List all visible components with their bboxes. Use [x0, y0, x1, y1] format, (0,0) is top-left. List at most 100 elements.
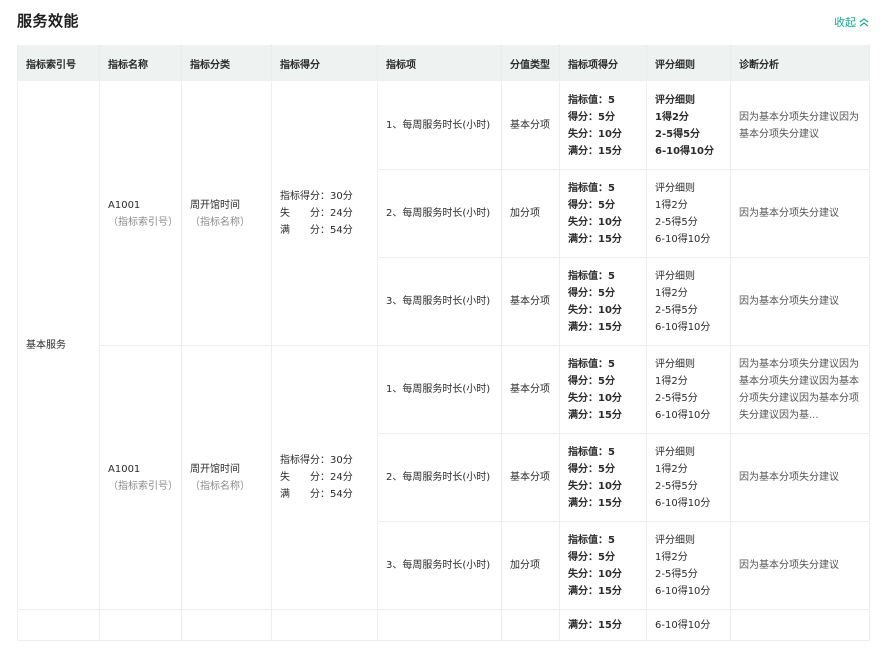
rule-line: 6-10得10分 [655, 497, 711, 509]
item-score-cell: 指标值：5 得分：5分 失分：10分 满分：15分 [559, 521, 647, 610]
rule-line: 2-5得5分 [655, 216, 698, 228]
rule-line: 2-5得5分 [655, 568, 698, 580]
score-value: 指标值：5 [568, 534, 615, 546]
rule-line: 2-5得5分 [655, 128, 701, 140]
header-item-score: 指标项得分 [559, 44, 647, 82]
rules-cell: 评分细则 1得2分 2-5得5分 6-10得10分 [646, 521, 731, 610]
score-value: 指标值：5 [568, 358, 615, 370]
rules-cell: 评分细则 1得2分 2-5得5分 6-10得10分 [646, 81, 731, 170]
rule-line: 6-10得10分 [655, 585, 711, 597]
index-name-sub: （指标名称） [190, 216, 250, 228]
rule-line: 2-5得5分 [655, 392, 698, 404]
rule-line: 评分细则 [655, 358, 695, 370]
collapse-button[interactable]: 收起 [834, 14, 869, 30]
score-got: 得分：5分 [568, 375, 615, 387]
table-row: A1001 （指标索引号） 周开馆时间 （指标名称） 指标得分：30分 失 分：… [18, 345, 870, 610]
rule-line: 6-10得10分 [655, 145, 714, 157]
index-name-cell: 周开馆时间 （指标名称） [181, 345, 272, 610]
rule-line: 1得2分 [655, 287, 688, 299]
score-got: 得分：5分 [568, 111, 615, 123]
score-line: 满 分：54分 [280, 225, 353, 236]
empty-cell [17, 609, 100, 641]
index-name-sub: （指标名称） [190, 480, 250, 492]
score-full: 满分：15分 [568, 409, 622, 421]
score-full: 满分：15分 [568, 145, 622, 157]
type-cell: 加分项 [501, 521, 560, 610]
diagnosis-cell: 因为基本分项失分建议 [730, 169, 870, 258]
index-id-sub: （指标索引号） [108, 216, 178, 228]
type-cell: 加分项 [501, 169, 560, 258]
score-full: 满分：15分 [568, 585, 622, 597]
rule-line: 1得2分 [655, 111, 689, 123]
collapse-label: 收起 [834, 16, 856, 29]
rule-line: 1得2分 [655, 199, 688, 211]
page-title: 服务效能 [17, 12, 80, 30]
score-full: 满分：15分 [568, 233, 622, 245]
score-got: 得分：5分 [568, 287, 615, 299]
item-score-cell: 满分：15分 [559, 609, 647, 641]
diagnosis-cell: 因为基本分项失分建议 [730, 257, 870, 346]
type-cell: 基本分项 [501, 345, 560, 434]
empty-cell [271, 609, 378, 641]
empty-cell [181, 609, 272, 641]
index-name: 周开馆时间 [190, 463, 240, 475]
score-line: 满 分：54分 [280, 489, 353, 500]
rule-line: 1得2分 [655, 551, 688, 563]
rule-line: 6-10得10分 [655, 409, 711, 421]
header-category: 指标分类 [181, 44, 272, 82]
rule-line: 2-5得5分 [655, 304, 698, 316]
diagnosis-cell: 因为基本分项失分建议因为基本分项失分建议因为基本分项失分建议因为基本分项失分建议… [730, 345, 870, 434]
table-row: 基本服务 A1001 （指标索引号） 周开馆时间 （指标名称） 指标得分：30分… [17, 81, 870, 610]
rule-line: 1得2分 [655, 463, 688, 475]
rule-line: 2-5得5分 [655, 480, 698, 492]
score-line: 指标得分：30分 [280, 455, 353, 466]
empty-cell [501, 609, 560, 641]
rule-line: 6-10得10分 [655, 321, 711, 333]
index-id-cell: A1001 （指标索引号） [99, 81, 182, 346]
score-value: 指标值：5 [568, 94, 615, 106]
item-cell: 2、每周服务时长(小时) [377, 433, 502, 522]
score-lost: 失分：10分 [568, 480, 622, 492]
score-lost: 失分：10分 [568, 128, 622, 140]
score-line: 失 分：24分 [280, 472, 353, 483]
score-lost: 失分：10分 [568, 216, 622, 228]
diagnosis-cell: 因为基本分项失分建议 [730, 521, 870, 610]
empty-cell [377, 609, 502, 641]
item-cell: 3、每周服务时长(小时) [377, 521, 502, 610]
index-score-cell: 指标得分：30分 失 分：24分 满 分：54分 [271, 345, 378, 610]
item-score-cell: 指标值：5 得分：5分 失分：10分 满分：15分 [559, 345, 647, 434]
score-full: 满分：15分 [568, 321, 622, 333]
item-cell: 1、每周服务时长(小时) [377, 345, 502, 434]
item-cell: 3、每周服务时长(小时) [377, 257, 502, 346]
rules-cell: 评分细则 1得2分 2-5得5分 6-10得10分 [646, 345, 731, 434]
score-line: 失 分：24分 [280, 208, 353, 219]
rules-cell: 评分细则 1得2分 2-5得5分 6-10得10分 [646, 433, 731, 522]
empty-cell [730, 609, 870, 641]
score-lost: 失分：10分 [568, 392, 622, 404]
score-full: 满分：15分 [568, 497, 622, 509]
header-index-id: 指标索引号 [17, 44, 100, 82]
rule-line: 6-10得10分 [655, 233, 711, 245]
header-diagnosis: 诊断分析 [730, 44, 870, 82]
table-row-partial: 满分：15分 6-10得10分 [17, 609, 870, 641]
index-score-cell: 指标得分：30分 失 分：24分 满 分：54分 [271, 81, 378, 346]
item-cell: 2、每周服务时长(小时) [377, 169, 502, 258]
diagnosis-cell: 因为基本分项失分建议 [730, 433, 870, 522]
rules-cell: 6-10得10分 [646, 609, 731, 641]
service-efficiency-page: 服务效能 收起 指标索引号 指标名称 指标分类 指标得分 指标项 分值类型 指标… [0, 0, 886, 670]
header-rules: 评分细则 [646, 44, 731, 82]
chevron-up-icon [859, 17, 869, 27]
rule-line: 评分细则 [655, 534, 695, 546]
type-cell: 基本分项 [501, 433, 560, 522]
rules-cell: 评分细则 1得2分 2-5得5分 6-10得10分 [646, 169, 731, 258]
header-name: 指标名称 [99, 44, 182, 82]
category-cell: 基本服务 [17, 81, 100, 610]
score-got: 得分：5分 [568, 463, 615, 475]
score-value: 指标值：5 [568, 446, 615, 458]
rule-line: 评分细则 [655, 182, 695, 194]
score-line: 指标得分：30分 [280, 191, 353, 202]
type-cell: 基本分项 [501, 81, 560, 170]
index-name: 周开馆时间 [190, 199, 240, 211]
index-id-sub: （指标索引号） [108, 480, 178, 492]
empty-cell [99, 609, 182, 641]
